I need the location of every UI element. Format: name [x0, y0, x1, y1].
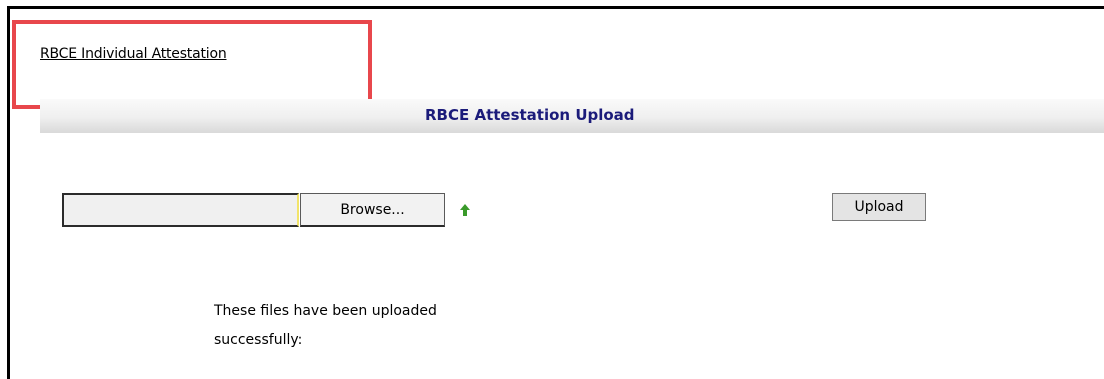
success-message-line-1: These files have been uploaded: [214, 303, 437, 319]
browse-button[interactable]: Browse...: [300, 193, 445, 227]
rbce-individual-attestation-link[interactable]: RBCE Individual Attestation: [40, 46, 227, 62]
success-message-line-2: successfully:: [214, 332, 303, 348]
green-up-arrow-icon[interactable]: [460, 204, 470, 216]
upload-button[interactable]: Upload: [832, 193, 926, 221]
section-header-title: RBCE Attestation Upload: [425, 106, 635, 124]
annotation-highlight-box: [12, 20, 372, 109]
file-path-field[interactable]: [62, 193, 299, 227]
upload-success-message: These files have been uploaded successfu…: [214, 297, 534, 355]
